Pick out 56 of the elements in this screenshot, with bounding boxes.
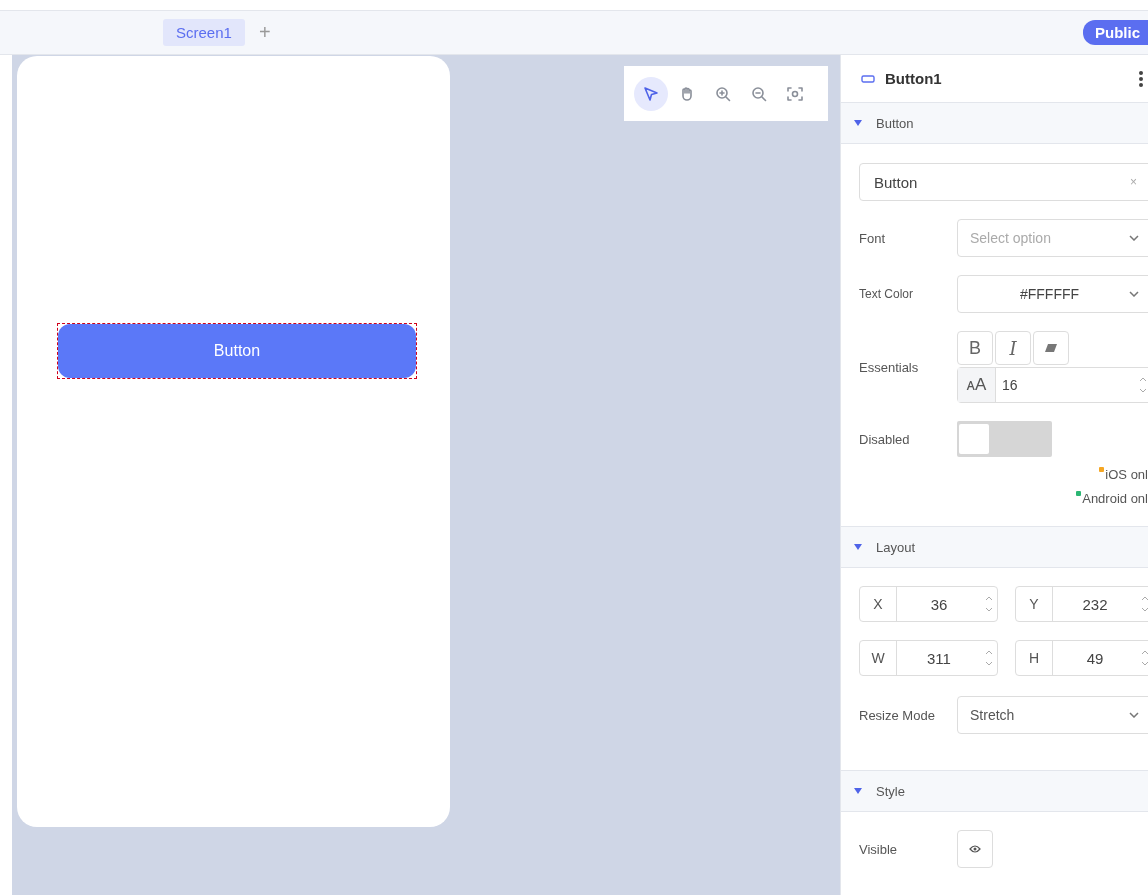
font-size-label: ᴀA xyxy=(958,368,996,402)
caret-icon xyxy=(854,120,862,126)
field-label: Text Color xyxy=(859,287,915,301)
component-title: Button1 xyxy=(885,70,942,87)
eraser-button[interactable] xyxy=(1033,331,1069,365)
canvas-button[interactable]: Button xyxy=(58,324,416,378)
bold-button[interactable]: B xyxy=(957,331,993,365)
number-field-value: 232 xyxy=(1081,595,1109,613)
resize-mode-dropdown[interactable]: Stretch xyxy=(957,696,1148,734)
publish-button[interactable]: Public xyxy=(1083,20,1148,45)
platform-note: iOS onl xyxy=(1105,467,1148,482)
field-label: Font xyxy=(859,230,886,246)
screen-tab[interactable]: Screen1 xyxy=(163,19,245,46)
number-field[interactable]: X 36 xyxy=(859,586,998,622)
chevron-down-icon xyxy=(1129,235,1139,241)
number-field-label: Y xyxy=(1016,587,1053,621)
pointer-tool[interactable] xyxy=(634,76,668,111)
number-field-label: W xyxy=(860,641,897,675)
dropdown-value: #FFFFFF xyxy=(1018,286,1081,302)
chevron-down-icon xyxy=(1129,712,1139,718)
section-header[interactable]: Button xyxy=(841,103,1148,144)
italic-button[interactable]: I xyxy=(995,331,1031,365)
visibility-button[interactable] xyxy=(957,830,993,868)
font-size-field[interactable]: ᴀA 16 xyxy=(957,367,1148,403)
pointer-icon xyxy=(642,84,660,103)
section-header[interactable]: Style xyxy=(841,771,1148,812)
caret-icon xyxy=(854,544,862,550)
text-input-field[interactable]: Button × xyxy=(859,163,1148,201)
number-field-value: 36 xyxy=(929,595,949,613)
field-label: Essentials xyxy=(859,359,920,375)
number-field[interactable]: H 49 xyxy=(1015,640,1148,676)
text-input-value: Button xyxy=(874,173,918,191)
number-field[interactable]: Y 232 xyxy=(1015,586,1148,622)
zoom-out-icon xyxy=(750,84,768,103)
caret-icon xyxy=(854,788,862,794)
dropdown-value: Stretch xyxy=(970,707,1016,723)
focus-frame-icon xyxy=(786,84,804,103)
text-color-dropdown[interactable]: #FFFFFF xyxy=(957,275,1148,313)
section-header[interactable]: Layout xyxy=(841,527,1148,568)
platform-note: Android onl xyxy=(1082,491,1148,506)
more-menu-icon[interactable] xyxy=(1138,69,1144,88)
number-field[interactable]: W 311 xyxy=(859,640,998,676)
font-size-value: 16 xyxy=(1001,377,1019,393)
field-label: Disabled xyxy=(859,431,911,447)
chevron-down-icon xyxy=(1129,291,1139,297)
dropdown-placeholder: Select option xyxy=(970,230,1052,246)
button-shape-icon xyxy=(861,73,875,84)
number-field-label: H xyxy=(1016,641,1053,675)
field-label: Resize Mode xyxy=(859,707,936,723)
field-label: Visible xyxy=(859,841,899,857)
number-field-value: 311 xyxy=(926,649,952,667)
eye-icon xyxy=(969,845,981,853)
number-field-label: X xyxy=(860,587,897,621)
eraser-icon xyxy=(1044,343,1058,353)
zoom-in-icon xyxy=(714,84,732,103)
number-field-value: 49 xyxy=(1085,649,1105,667)
